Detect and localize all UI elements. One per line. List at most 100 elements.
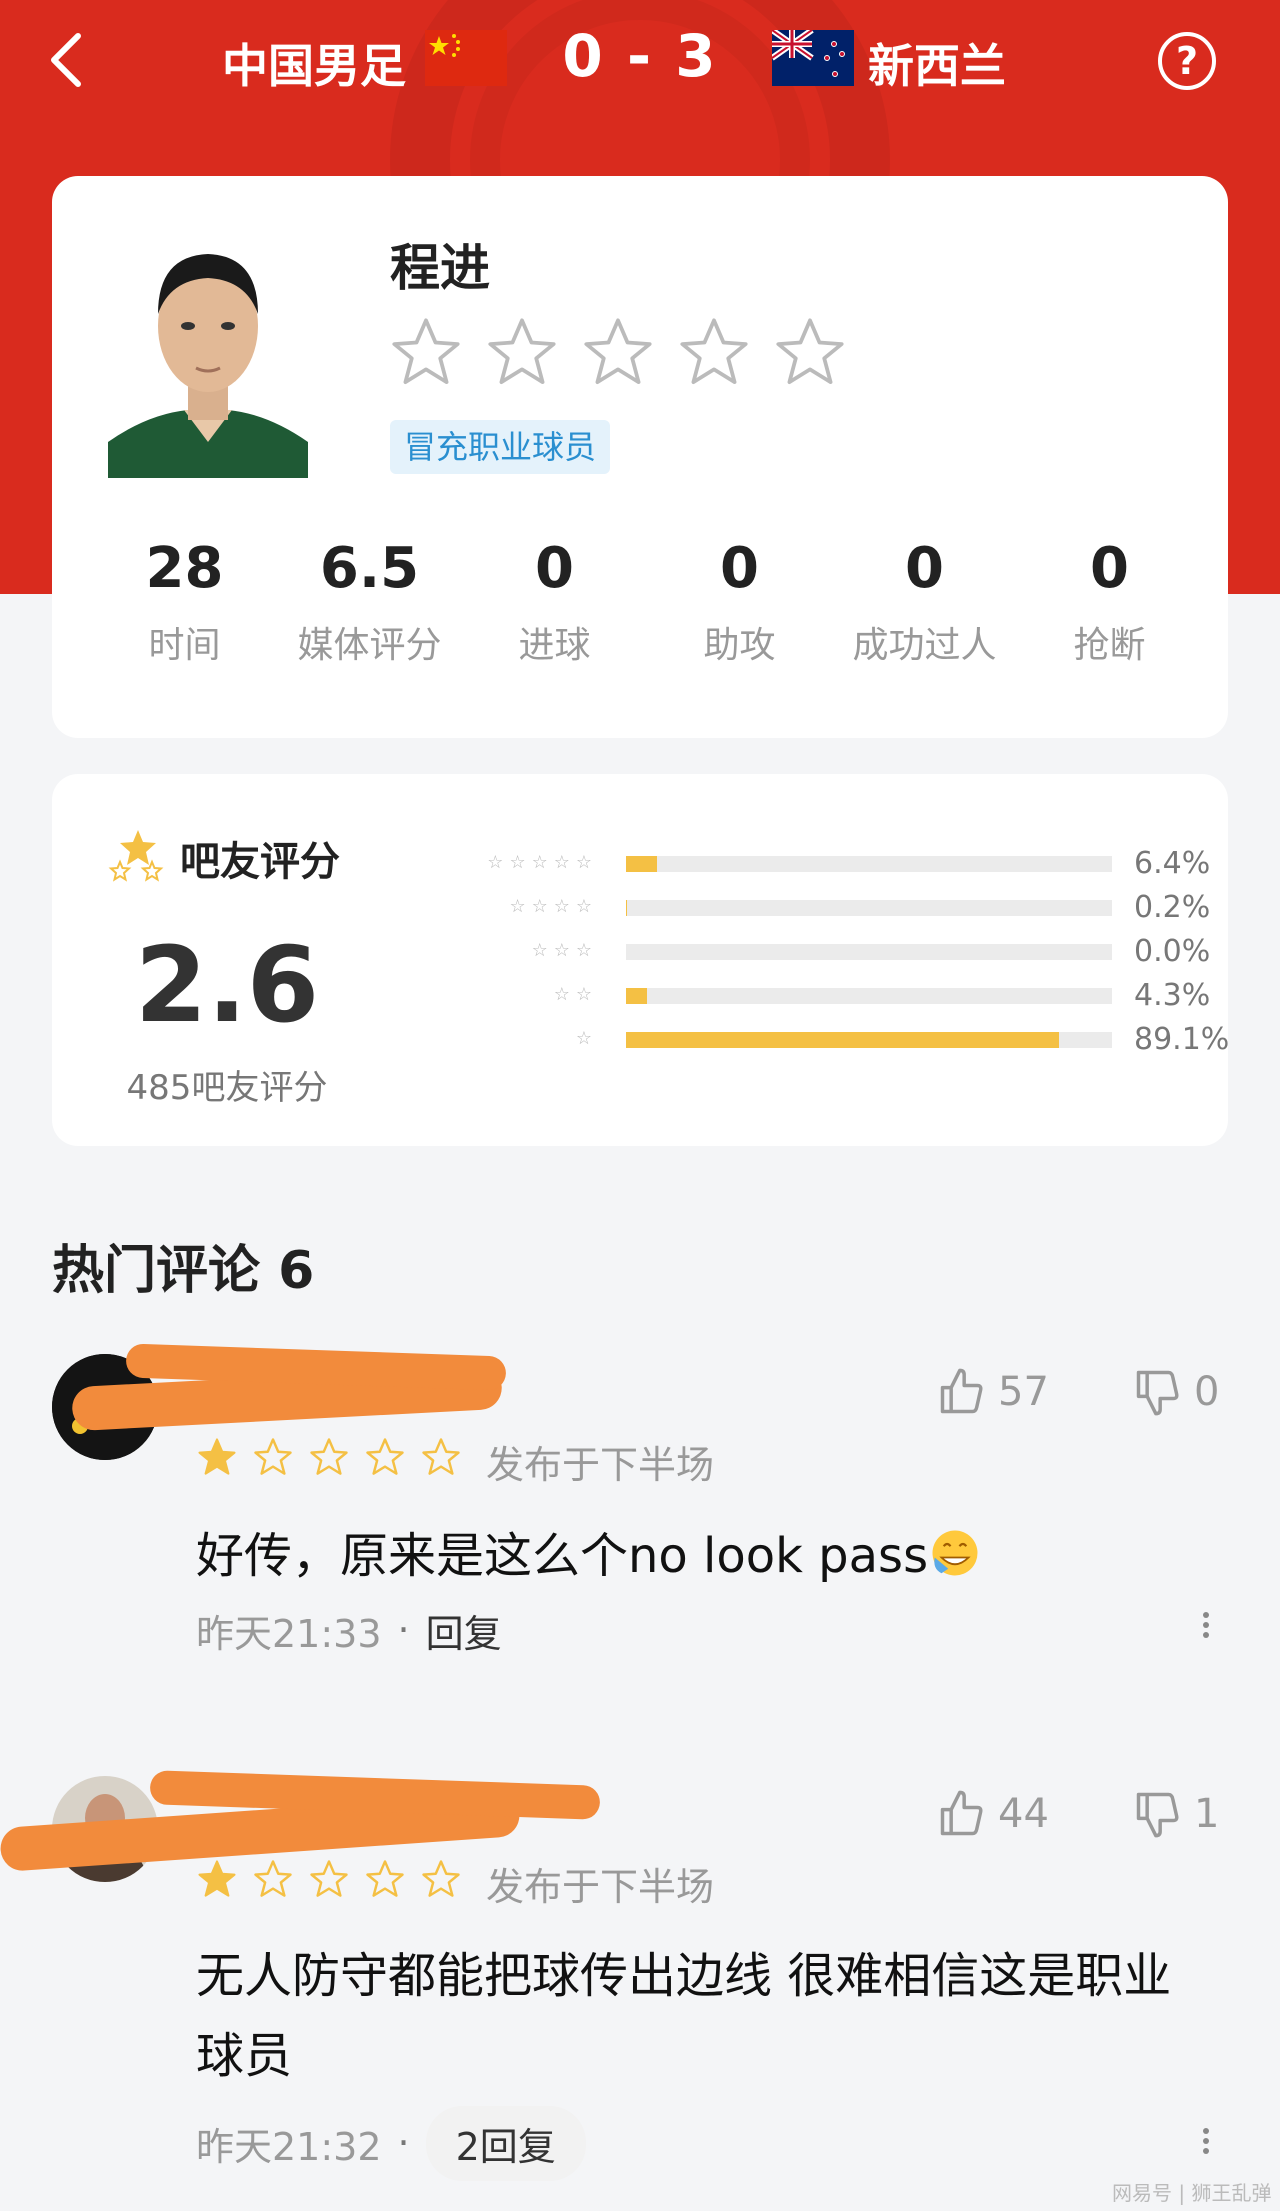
dislike-button[interactable]: 0 xyxy=(1132,1366,1219,1418)
distribution-row: ☆ 89.1% xyxy=(412,1020,1232,1060)
stat-value: 0 xyxy=(905,536,944,601)
small-star-icon: ☆ xyxy=(575,896,592,917)
star-icon xyxy=(366,1860,404,1897)
stat-media-rating: 6.5 媒体评分 xyxy=(277,534,462,668)
rate-player-stars xyxy=(388,314,848,390)
star-icon xyxy=(198,1438,236,1475)
star-icon[interactable] xyxy=(580,314,656,390)
dislike-button[interactable]: 1 xyxy=(1132,1788,1219,1840)
comment-time: 昨天21:32 xyxy=(196,2124,382,2169)
small-star-icon: ☆ xyxy=(575,984,592,1005)
thumbs-down-icon xyxy=(1136,1370,1179,1416)
distribution-bar-fill xyxy=(626,1032,1060,1048)
distribution-percent: 6.4% xyxy=(1134,846,1211,881)
comment-period: 发布于下半场 xyxy=(486,1443,715,1487)
comment-meta: 昨天21:32 · 2回复 xyxy=(196,2105,586,2181)
more-icon[interactable] xyxy=(1196,1608,1216,1648)
stat-value: 28 xyxy=(145,536,224,601)
star-icon xyxy=(254,1438,292,1475)
small-star-icon: ☆ xyxy=(487,852,504,873)
small-star-icon: ☆ xyxy=(575,940,592,961)
star-icon xyxy=(254,1860,292,1897)
thumbs-down-icon xyxy=(1136,1792,1179,1838)
stat-label: 助攻 xyxy=(703,625,776,666)
stars-cluster-icon xyxy=(108,830,164,882)
distribution-bar-fill xyxy=(626,856,658,872)
stat-label: 成功过人 xyxy=(852,625,997,666)
comment-star-rating xyxy=(196,1858,462,1900)
distribution-bar-track xyxy=(626,1032,1112,1048)
star-count-indicator: ☆ xyxy=(576,1028,592,1050)
star-count-indicator: ☆ ☆ ☆ ☆ xyxy=(509,896,592,918)
star-icon[interactable] xyxy=(676,314,752,390)
distribution-percent: 89.1% xyxy=(1134,1022,1230,1057)
distribution-row: ☆ ☆ ☆ ☆ ☆ 6.4% xyxy=(412,844,1232,884)
like-button[interactable]: 57 xyxy=(936,1366,1049,1418)
separator-dot: · xyxy=(397,1608,410,1652)
hot-comments-title: 热门评论 6 xyxy=(52,1241,315,1301)
home-team-name: 中国男足 xyxy=(222,39,406,93)
comment-text: 无人防守都能把球传出边线 很难相信这是职业球员 xyxy=(196,1948,1172,2084)
stat-tackles: 0 抢断 xyxy=(1017,534,1202,668)
distribution-row: ☆ ☆ ☆ ☆ 0.2% xyxy=(412,888,1232,928)
small-star-icon: ☆ xyxy=(553,896,570,917)
help-icon[interactable]: ? xyxy=(1158,32,1216,90)
fan-rating-card: 吧友评分 2.6 485吧友评分 ☆ ☆ ☆ ☆ ☆ 6.4% ☆ ☆ ☆ ☆ 0.2% ☆ ☆ ☆ 0.0… xyxy=(52,774,1229,1146)
stat-dribbles: 0 成功过人 xyxy=(832,534,1017,668)
comment-period: 发布于下半场 xyxy=(486,1865,715,1909)
comment-item: 57 0 发布于下半场 好传，原来是这么个no look pass 昨天21:3… xyxy=(0,1343,1280,1680)
china-flag-icon xyxy=(425,30,507,86)
stat-minutes: 28 时间 xyxy=(92,534,277,668)
small-star-icon: ☆ xyxy=(575,1028,592,1049)
distribution-bar-track xyxy=(626,944,1112,960)
fan-rating-count: 485吧友评分 xyxy=(126,1068,328,1108)
star-count-indicator: ☆ ☆ xyxy=(554,984,592,1006)
stat-label: 进球 xyxy=(518,625,591,666)
more-icon[interactable] xyxy=(1196,2124,1216,2164)
stat-value: 0 xyxy=(535,536,574,601)
back-icon[interactable] xyxy=(40,28,96,92)
small-star-icon: ☆ xyxy=(531,852,548,873)
star-icon[interactable] xyxy=(484,314,560,390)
comment-time: 昨天21:33 xyxy=(196,1611,382,1656)
thumbs-up-icon xyxy=(940,1368,983,1414)
like-count: 57 xyxy=(998,1369,1049,1415)
distribution-percent: 4.3% xyxy=(1134,978,1211,1013)
distribution-percent: 0.0% xyxy=(1134,934,1211,969)
distribution-bar-track xyxy=(626,856,1112,872)
distribution-row: ☆ ☆ ☆ 0.0% xyxy=(412,932,1232,972)
stat-value: 0 xyxy=(720,536,759,601)
distribution-bar-fill xyxy=(626,900,627,916)
dislike-count: 0 xyxy=(1194,1369,1220,1415)
star-icon[interactable] xyxy=(772,314,848,390)
fan-rating-title: 吧友评分 xyxy=(180,839,340,885)
grinning-emoji-icon xyxy=(932,1530,978,1576)
small-star-icon: ☆ xyxy=(509,896,526,917)
new-zealand-flag-icon xyxy=(772,30,854,86)
comment-text-content: 好传，原来是这么个no look pass xyxy=(196,1528,929,1584)
stat-goals: 0 进球 xyxy=(462,534,647,668)
top-bar: 中国男足 0 - 3 新西兰 ? xyxy=(0,0,1280,120)
stat-value: 6.5 xyxy=(319,536,420,601)
thumbs-up-icon xyxy=(940,1790,983,1836)
stat-label: 时间 xyxy=(148,625,221,666)
player-tag: 冒充职业球员 xyxy=(390,420,611,474)
source-watermark: 网易号 | 狮王乱弹 xyxy=(1112,2181,1272,2205)
stat-label: 抢断 xyxy=(1073,625,1146,666)
player-card: 程进 冒充职业球员 28 时间 6.5 媒体评分 0 进球 0 助攻 0 成功过… xyxy=(52,176,1228,738)
stat-assists: 0 助攻 xyxy=(647,534,832,668)
player-stats: 28 时间 6.5 媒体评分 0 进球 0 助攻 0 成功过人 0 抢断 xyxy=(92,534,1202,668)
replies-button[interactable]: 2回复 xyxy=(425,2105,586,2181)
star-icon xyxy=(366,1438,404,1475)
comment-item: 44 1 发布于下半场 无人防守都能把球传出边线 很难相信这是职业球员 昨天21… xyxy=(0,1770,1280,2181)
like-button[interactable]: 44 xyxy=(936,1788,1049,1840)
reply-button[interactable]: 回复 xyxy=(426,1603,502,1658)
comment-star-rating xyxy=(196,1436,462,1478)
fan-rating-header: 吧友评分 xyxy=(108,828,340,888)
stat-value: 0 xyxy=(1090,536,1129,601)
fan-rating-score: 2.6 xyxy=(134,924,320,1046)
star-icon xyxy=(310,1438,348,1475)
star-icon[interactable] xyxy=(388,314,464,390)
separator-dot: · xyxy=(397,2121,410,2165)
distribution-bar-track xyxy=(626,900,1112,916)
